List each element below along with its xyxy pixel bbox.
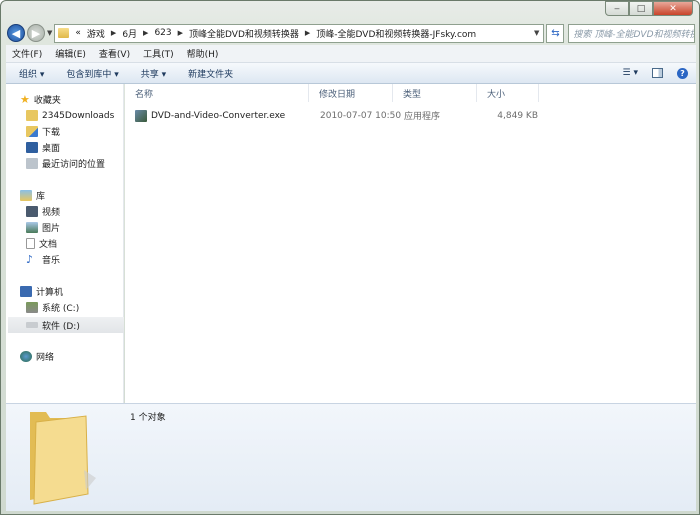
- sidebar-favorites[interactable]: ★ 收藏夹: [20, 92, 61, 107]
- column-header-modified[interactable]: 修改日期: [309, 84, 393, 102]
- organize-button[interactable]: 组织 ▾: [19, 67, 44, 80]
- explorer-window: ‒ □ ✕ ◀ ▶ ▼ « 游戏 ▶ 6月 ▶ 623 ▶ 顶峰全能DVD和视频转换器…: [0, 0, 700, 515]
- sidebar-libraries[interactable]: 库: [20, 188, 45, 203]
- sidebar-item-label: 文档: [39, 240, 58, 250]
- column-header-name[interactable]: 名称: [125, 84, 309, 102]
- breadcrumb-item[interactable]: 游戏: [87, 27, 105, 40]
- sidebar-item-music[interactable]: ♪ 音乐: [26, 252, 60, 267]
- help-icon[interactable]: ?: [677, 67, 688, 79]
- sidebar-item-label: 收藏夹: [33, 96, 61, 106]
- folder-icon: [58, 28, 70, 38]
- sidebar-item-label: 计算机: [36, 288, 64, 298]
- sidebar-item-pictures[interactable]: 图片: [26, 220, 60, 235]
- maximize-button[interactable]: □: [629, 1, 653, 16]
- search-input[interactable]: 搜索 顶峰-全能DVD和视频转换器-JF...⚲: [568, 23, 695, 43]
- sidebar-item-desktop[interactable]: 桌面: [26, 140, 60, 155]
- file-type: 应用程序: [404, 112, 441, 122]
- menu-tools[interactable]: 工具(T): [143, 47, 174, 60]
- file-row[interactable]: DVD-and-Video-Converter.exe 2010-07-07 1…: [135, 108, 540, 123]
- chevron-right-icon[interactable]: ▶: [111, 29, 116, 37]
- chevron-right-icon[interactable]: ▶: [305, 29, 310, 37]
- document-icon: [26, 238, 35, 249]
- breadcrumb-overflow[interactable]: «: [75, 28, 81, 38]
- chevron-right-icon[interactable]: ▶: [178, 29, 183, 37]
- column-header-size[interactable]: 大小: [477, 84, 539, 102]
- forward-button[interactable]: ▶: [27, 24, 45, 42]
- system-drive-icon: [26, 302, 38, 313]
- command-bar: 组织 ▾ 包含到库中 ▾ 共享 ▾ 新建文件夹 ☰ ▾ ?: [6, 63, 696, 84]
- address-dropdown[interactable]: ▼: [534, 29, 539, 37]
- sidebar-item-label: 软件 (D:): [42, 321, 80, 332]
- sidebar-item-recent[interactable]: 最近访问的位置: [26, 156, 105, 171]
- sidebar-item-label: 音乐: [42, 256, 61, 266]
- sidebar-item-documents[interactable]: 文档: [26, 236, 57, 251]
- exe-file-icon: [135, 109, 147, 122]
- file-modified: 2010-07-07 10:50: [320, 110, 402, 121]
- navigation-pane: ★ 收藏夹 2345Downloads 下载 桌面 最近访问的位置 库 视频 图片…: [6, 84, 124, 403]
- sidebar-network[interactable]: 网络: [20, 349, 54, 364]
- close-button[interactable]: ✕: [653, 1, 693, 16]
- sidebar-item-label: 下载: [42, 128, 61, 138]
- library-icon: [20, 190, 32, 201]
- sidebar-item-label: 系统 (C:): [42, 304, 80, 314]
- breadcrumb-item[interactable]: 623: [154, 28, 171, 38]
- minimize-button[interactable]: ‒: [605, 1, 629, 16]
- share-button[interactable]: 共享 ▾: [141, 67, 166, 80]
- sidebar-item-label: 最近访问的位置: [42, 160, 106, 170]
- sidebar-item-drive-d[interactable]: 软件 (D:): [8, 317, 124, 333]
- breadcrumb-item[interactable]: 顶峰-全能DVD和视频转换器-JFsky.com: [316, 27, 476, 40]
- view-options-icon[interactable]: ☰ ▾: [623, 68, 638, 78]
- star-icon: ★: [20, 93, 30, 106]
- breadcrumb-item[interactable]: 顶峰全能DVD和视频转换器: [189, 27, 299, 40]
- sidebar-item-label: 桌面: [42, 144, 61, 154]
- computer-icon: [20, 286, 32, 297]
- search-placeholder: 搜索 顶峰-全能DVD和视频转换器-JF...: [573, 29, 694, 40]
- column-header-type[interactable]: 类型: [393, 84, 477, 102]
- downloads-folder-icon: [26, 126, 38, 137]
- file-name: DVD-and-Video-Converter.exe: [151, 110, 286, 121]
- file-list: 名称 修改日期 类型 大小 DVD-and-Video-Converter.ex…: [125, 84, 696, 403]
- back-button[interactable]: ◀: [7, 24, 25, 42]
- sidebar-item-label: 库: [36, 192, 46, 202]
- pictures-icon: [26, 222, 38, 233]
- desktop-icon: [26, 142, 38, 153]
- file-size: 4,849 KB: [497, 110, 538, 121]
- menu-help[interactable]: 帮助(H): [187, 47, 219, 60]
- sidebar-item-videos[interactable]: 视频: [26, 204, 60, 219]
- new-folder-button[interactable]: 新建文件夹: [188, 67, 233, 80]
- network-icon: [20, 351, 32, 362]
- folder-icon: [30, 412, 96, 505]
- preview-pane-icon[interactable]: [652, 68, 663, 78]
- sidebar-item-label: 网络: [36, 353, 55, 363]
- sidebar-item-label: 图片: [42, 224, 61, 234]
- breadcrumb-item[interactable]: 6月: [122, 27, 137, 40]
- item-count: 1 个对象: [130, 413, 166, 423]
- sidebar-computer[interactable]: 计算机: [20, 284, 63, 299]
- recent-places-icon: [26, 158, 38, 169]
- drive-icon: [26, 322, 38, 328]
- sidebar-item-label: 2345Downloads: [42, 110, 115, 121]
- sidebar-item-drive-c[interactable]: 系统 (C:): [26, 300, 79, 315]
- music-icon: ♪: [26, 253, 34, 266]
- menu-view[interactable]: 查看(V): [99, 47, 130, 60]
- chevron-right-icon[interactable]: ▶: [143, 29, 148, 37]
- address-bar[interactable]: « 游戏 ▶ 6月 ▶ 623 ▶ 顶峰全能DVD和视频转换器 ▶ 顶峰-全能DVD和视…: [54, 23, 545, 43]
- menu-edit[interactable]: 编辑(E): [55, 47, 86, 60]
- video-icon: [26, 206, 38, 217]
- recent-pages-dropdown[interactable]: ▼: [47, 29, 52, 37]
- sidebar-item-downloads[interactable]: 下载: [26, 124, 60, 139]
- menu-file[interactable]: 文件(F): [12, 47, 42, 60]
- refresh-button[interactable]: ⇆: [546, 23, 565, 43]
- include-in-library-button[interactable]: 包含到库中 ▾: [66, 67, 118, 80]
- folder-icon: [26, 110, 38, 121]
- sidebar-item-downloads-2345[interactable]: 2345Downloads: [26, 108, 114, 123]
- sidebar-item-label: 视频: [42, 208, 61, 218]
- menu-bar: 文件(F) 编辑(E) 查看(V) 工具(T) 帮助(H): [6, 45, 696, 63]
- details-pane: 1 个对象: [6, 403, 696, 511]
